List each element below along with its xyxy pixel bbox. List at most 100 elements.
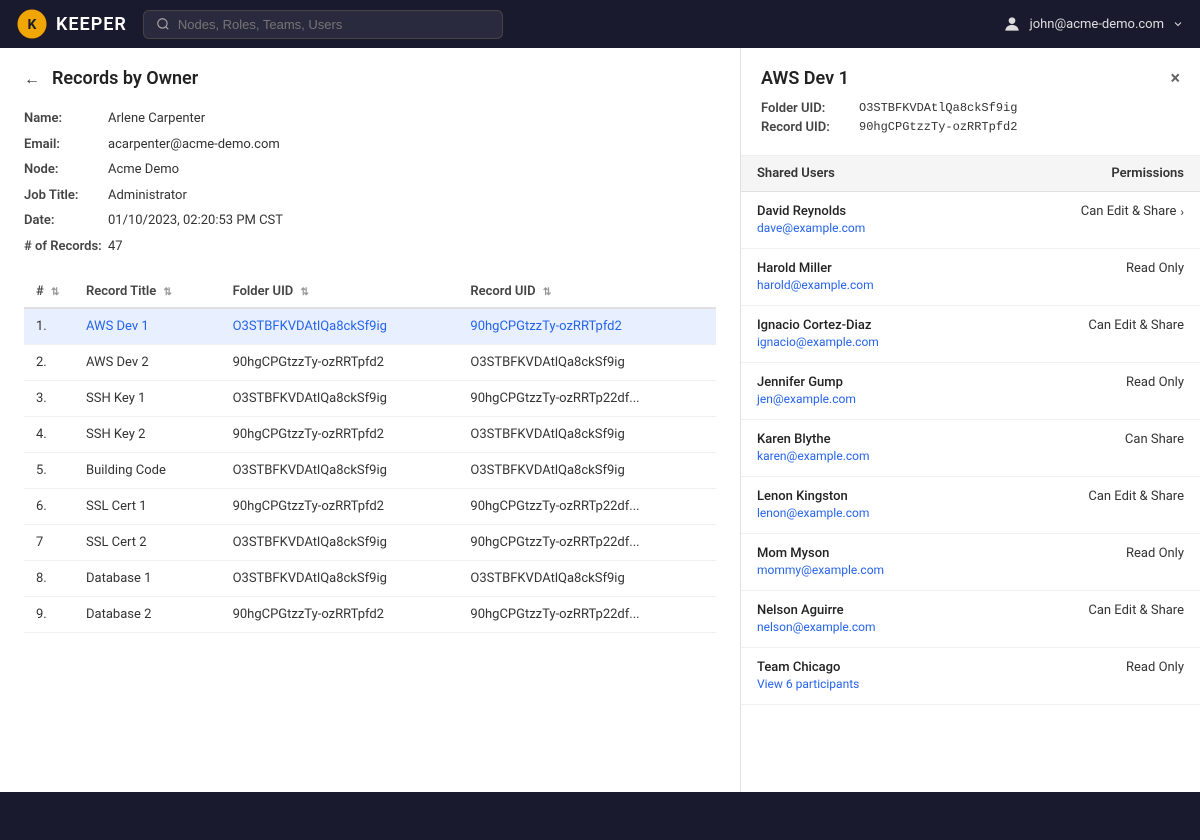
sort-icon-record: ⇅ bbox=[164, 287, 172, 298]
records-value: 47 bbox=[108, 237, 123, 257]
col-folder-uid[interactable]: Folder UID ⇅ bbox=[221, 276, 459, 308]
table-row[interactable]: 2.AWS Dev 290hgCPGtzzTy-ozRRTpfd2O3STBFK… bbox=[24, 345, 716, 381]
shared-user-permission: Read Only bbox=[989, 363, 1200, 420]
shared-user-permission: Can Edit & Share bbox=[989, 477, 1200, 534]
job-title-value: Administrator bbox=[108, 186, 187, 206]
table-row[interactable]: 6.SSL Cert 190hgCPGtzzTy-ozRRTpfd290hgCP… bbox=[24, 489, 716, 525]
table-header-row: # ⇅ Record Title ⇅ Folder UID ⇅ Record U… bbox=[24, 276, 716, 308]
table-row[interactable]: 1.AWS Dev 1O3STBFKVDAtlQa8ckSf9ig90hgCPG… bbox=[24, 308, 716, 345]
col-shared-users: Shared Users bbox=[741, 156, 989, 192]
cell-num: 8. bbox=[24, 561, 74, 597]
shared-user-permission: Can Share bbox=[989, 420, 1200, 477]
shared-user-email: harold@example.com bbox=[757, 278, 874, 292]
table-row[interactable]: 5.Building CodeO3STBFKVDAtlQa8ckSf9igO3S… bbox=[24, 453, 716, 489]
shared-user-row[interactable]: Mom Mysonmommy@example.comRead Only bbox=[741, 534, 1200, 591]
shared-user-info: Lenon Kingstonlenon@example.com bbox=[741, 477, 989, 534]
name-value: Arlene Carpenter bbox=[108, 109, 205, 129]
cell-num: 5. bbox=[24, 453, 74, 489]
permission-text: Can Share bbox=[1125, 432, 1184, 447]
shared-user-row[interactable]: Karen Blythe karen@example.com Can Share bbox=[741, 420, 1200, 477]
col-record-uid[interactable]: Record UID ⇅ bbox=[458, 276, 716, 308]
node-label: Node: bbox=[24, 160, 104, 180]
shared-user-name: Mom Myson bbox=[757, 546, 973, 561]
shared-user-name: Nelson Aguirre bbox=[757, 603, 973, 618]
shared-user-name: David Reynolds bbox=[757, 204, 973, 219]
account-icon bbox=[1002, 14, 1022, 34]
cell-record-uid: O3STBFKVDAtlQa8ckSf9ig bbox=[458, 417, 716, 453]
shared-user-row[interactable]: Jennifer Gumpjen@example.com Read Only bbox=[741, 363, 1200, 420]
shared-user-permission: Read Only bbox=[989, 249, 1200, 306]
cell-record-title: Database 1 bbox=[74, 561, 221, 597]
table-row[interactable]: 4.SSH Key 290hgCPGtzzTy-ozRRTpfd2O3STBFK… bbox=[24, 417, 716, 453]
shared-user-name: Karen Blythe bbox=[757, 432, 973, 447]
table-row[interactable]: 8.Database 1O3STBFKVDAtlQa8ckSf9igO3STBF… bbox=[24, 561, 716, 597]
shared-user-info: Ignacio Cortez-Diazignacio@example.com bbox=[741, 306, 989, 363]
user-menu[interactable]: john@acme-demo.com bbox=[1002, 14, 1184, 34]
shared-users-header: Shared Users Permissions bbox=[741, 156, 1200, 192]
cell-num: 3. bbox=[24, 381, 74, 417]
cell-num: 6. bbox=[24, 489, 74, 525]
meta-name-row: Name: Arlene Carpenter bbox=[24, 109, 716, 129]
folder-uid-link[interactable]: O3STBFKVDAtlQa8ckSf9ig bbox=[233, 319, 387, 334]
shared-user-row[interactable]: Nelson Aguirrenelson@example.comCan Edit… bbox=[741, 591, 1200, 648]
shared-user-email: dave@example.com bbox=[757, 221, 865, 235]
permission-text: Can Edit & Share bbox=[1081, 204, 1177, 219]
record-uid-link[interactable]: 90hgCPGtzzTy-ozRRTpfd2 bbox=[470, 319, 621, 334]
sort-icon-record-uid: ⇅ bbox=[543, 287, 551, 298]
shared-user-email: jen@example.com bbox=[757, 392, 856, 406]
email-value: acarpenter@acme-demo.com bbox=[108, 135, 280, 155]
cell-folder-uid: O3STBFKVDAtlQa8ckSf9ig bbox=[221, 308, 459, 345]
table-row[interactable]: 9.Database 290hgCPGtzzTy-ozRRTpfd290hgCP… bbox=[24, 597, 716, 633]
detail-title: AWS Dev 1 bbox=[761, 68, 849, 89]
job-title-label: Job Title: bbox=[24, 186, 104, 206]
shared-user-row[interactable]: David Reynolds dave@example.com Can Edit &… bbox=[741, 192, 1200, 249]
col-record-title[interactable]: Record Title ⇅ bbox=[74, 276, 221, 308]
node-value: Acme Demo bbox=[108, 160, 179, 180]
shared-user-info: Jennifer Gumpjen@example.com bbox=[741, 363, 989, 420]
search-bar[interactable] bbox=[143, 10, 503, 39]
permission-text: Read Only bbox=[1126, 375, 1184, 390]
folder-uid-label: Folder UID: bbox=[761, 101, 851, 116]
cell-folder-uid: 90hgCPGtzzTy-ozRRTpfd2 bbox=[221, 417, 459, 453]
left-panel: ← Records by Owner Name: Arlene Carpente… bbox=[0, 48, 740, 792]
cell-record-title: Building Code bbox=[74, 453, 221, 489]
cell-num: 7 bbox=[24, 525, 74, 561]
cell-record-uid: O3STBFKVDAtlQa8ckSf9ig bbox=[458, 561, 716, 597]
shared-user-row[interactable]: Lenon Kingstonlenon@example.comCan Edit … bbox=[741, 477, 1200, 534]
cell-folder-uid: O3STBFKVDAtlQa8ckSf9ig bbox=[221, 453, 459, 489]
shared-user-permission: Read Only bbox=[989, 648, 1200, 705]
shared-user-info: Nelson Aguirrenelson@example.com bbox=[741, 591, 989, 648]
close-button[interactable]: × bbox=[1170, 70, 1180, 88]
owner-meta: Name: Arlene Carpenter Email: acarpenter… bbox=[24, 109, 716, 256]
top-nav: K KEEPER john@acme-demo.com bbox=[0, 0, 1200, 48]
shared-user-row[interactable]: Harold Millerharold@example.comRead Only bbox=[741, 249, 1200, 306]
permission-text: Read Only bbox=[1126, 261, 1184, 276]
table-row[interactable]: 3.SSH Key 1O3STBFKVDAtlQa8ckSf9ig90hgCPG… bbox=[24, 381, 716, 417]
cell-folder-uid: O3STBFKVDAtlQa8ckSf9ig bbox=[221, 381, 459, 417]
logo[interactable]: K KEEPER bbox=[16, 8, 127, 40]
shared-user-row[interactable]: Team ChicagoView 6 participantsRead Only bbox=[741, 648, 1200, 705]
cell-num: 9. bbox=[24, 597, 74, 633]
shared-user-email: karen@example.com bbox=[757, 449, 870, 463]
search-input[interactable] bbox=[178, 17, 490, 32]
keeper-logo-icon: K bbox=[16, 8, 48, 40]
cell-record-uid: O3STBFKVDAtlQa8ckSf9ig bbox=[458, 345, 716, 381]
shared-user-permission[interactable]: Can Edit & Share› bbox=[989, 192, 1200, 249]
shared-user-row[interactable]: Ignacio Cortez-Diazignacio@example.comCa… bbox=[741, 306, 1200, 363]
sort-icon-num: ⇅ bbox=[51, 287, 59, 298]
back-button[interactable]: ← bbox=[24, 69, 40, 89]
cell-record-title[interactable]: AWS Dev 1 bbox=[74, 308, 221, 345]
cell-record-uid: 90hgCPGtzzTy-ozRRTp22df... bbox=[458, 525, 716, 561]
date-value: 01/10/2023, 02:20:53 PM CST bbox=[108, 211, 283, 231]
records-label: # of Records: bbox=[24, 237, 104, 257]
cell-record-title: SSL Cert 1 bbox=[74, 489, 221, 525]
cell-num: 2. bbox=[24, 345, 74, 381]
permission-text: Read Only bbox=[1126, 660, 1184, 675]
col-num[interactable]: # ⇅ bbox=[24, 276, 74, 308]
cell-record-title: AWS Dev 2 bbox=[74, 345, 221, 381]
table-row[interactable]: 7SSL Cert 2O3STBFKVDAtlQa8ckSf9ig90hgCPG… bbox=[24, 525, 716, 561]
view-participants-link[interactable]: View 6 participants bbox=[757, 677, 859, 691]
record-title-link[interactable]: AWS Dev 1 bbox=[86, 319, 149, 334]
col-permissions: Permissions bbox=[989, 156, 1200, 192]
shared-user-name: Lenon Kingston bbox=[757, 489, 973, 504]
